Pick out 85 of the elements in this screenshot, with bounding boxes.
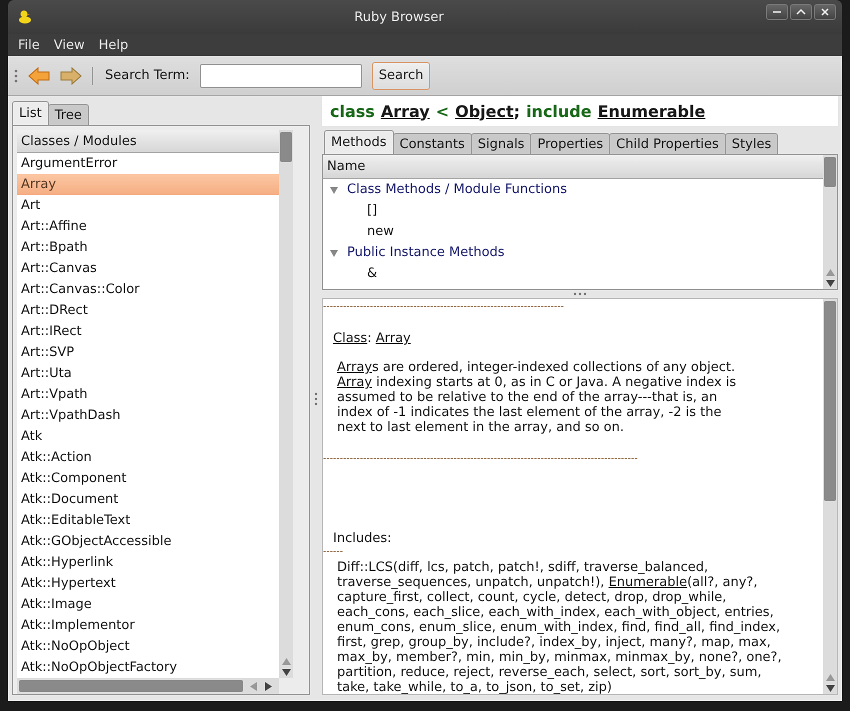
column-header[interactable]: Classes / Modules [17, 130, 279, 153]
link[interactable]: Array [337, 375, 372, 390]
scrollbar-thumb[interactable] [280, 132, 292, 162]
column-header[interactable]: Name [323, 155, 823, 179]
class-heading: class Array < Object; include Enumerable [322, 96, 838, 126]
tab[interactable]: Styles [724, 133, 778, 154]
tab[interactable]: Child Properties [609, 133, 726, 154]
collapse-triangle-icon[interactable] [329, 184, 339, 194]
class-list-item[interactable]: Array [17, 174, 279, 195]
separator-dashes: ---------------------------------------------------------------------------------------------- [323, 453, 639, 465]
class-list-item[interactable]: Art::Affine [17, 216, 279, 237]
class-list-item[interactable]: Atk::NoOpObjectFactory [17, 657, 279, 678]
class-list-item[interactable]: ArgumentError [17, 153, 279, 174]
scrollbar[interactable] [279, 130, 293, 678]
separator-dashes: ------ [323, 546, 344, 558]
link[interactable]: Enumerable [608, 575, 688, 590]
class-list-item[interactable]: Art::Uta [17, 363, 279, 384]
class-list-item[interactable]: Art::Vpath [17, 384, 279, 405]
method-name[interactable]: & [367, 266, 378, 281]
separator-dashes: ------------------------------------------------------------------------ [323, 301, 566, 313]
link[interactable]: Class [333, 331, 368, 346]
search-field[interactable] [200, 64, 362, 88]
class-list-item[interactable]: Atk::Action [17, 447, 279, 468]
grip-icon [14, 68, 18, 84]
class-list-item[interactable]: Art::IRect [17, 321, 279, 342]
duck-icon [18, 10, 32, 24]
method-group[interactable]: Public Instance Methods [347, 245, 505, 260]
horizontal-scrollbar[interactable] [17, 678, 279, 694]
class-list-item[interactable]: Art::Bpath [17, 237, 279, 258]
menu-item[interactable]: Help [98, 38, 128, 52]
method-group[interactable]: Class Methods / Module Functions [347, 182, 567, 197]
scrollbar-thumb[interactable] [824, 301, 836, 501]
maximize-button[interactable] [790, 4, 812, 20]
scroll-down-arrow-icon[interactable] [826, 684, 834, 693]
close-icon [819, 6, 831, 18]
window-title: Ruby Browser [353, 10, 445, 24]
forward-arrow-icon[interactable] [60, 66, 82, 84]
method-name[interactable]: new [367, 224, 394, 239]
class-list-item[interactable]: Art [17, 195, 279, 216]
class-list-item[interactable]: Atk::EditableText [17, 510, 279, 531]
tab[interactable]: Methods [324, 130, 394, 154]
splitter-handle-icon[interactable] [573, 292, 587, 296]
search-label: Search Term: [105, 68, 190, 83]
collapse-triangle-icon[interactable] [329, 248, 339, 258]
class-list-item[interactable]: Atk::Component [17, 468, 279, 489]
class-list-item[interactable]: Art::Canvas [17, 258, 279, 279]
scroll-right-arrow-icon[interactable] [264, 682, 273, 690]
class-list-item[interactable]: Atk::Hypertext [17, 573, 279, 594]
class-list-item[interactable]: Atk::Document [17, 489, 279, 510]
scrollbar[interactable] [823, 155, 837, 289]
scroll-down-arrow-icon[interactable] [826, 279, 834, 288]
class-list-item[interactable]: Art::DRect [17, 300, 279, 321]
method-name[interactable]: [] [367, 203, 378, 218]
class-list-item[interactable]: Atk::Image [17, 594, 279, 615]
minimize-button[interactable] [766, 4, 788, 20]
tab[interactable]: List [12, 101, 49, 125]
scroll-left-arrow-icon[interactable] [249, 682, 258, 690]
tab[interactable]: Constants [392, 133, 472, 154]
class-list-item[interactable]: Art::VpathDash [17, 405, 279, 426]
class-list-item[interactable]: Atk::Implementor [17, 615, 279, 636]
class-list-item[interactable]: Atk [17, 426, 279, 447]
link[interactable]: Array [376, 331, 411, 346]
scrollbar[interactable] [823, 299, 837, 694]
scrollbar-thumb[interactable] [19, 680, 243, 692]
includes-label: Includes: [332, 531, 392, 546]
includes-list: Diff::LCS(diff, lcs, patch, patch!, sdiff, traverse_balanced, traverse_sequences, unpatch, unpatch!), Enumerable(all?, any?, capture_first, collect, count, cycle, detect, drop, drop_while, each_cons, each_slice, each_with_index, each_with_object, entries, enum_cons, enum_slice, enum_with_index, find, find_all, find_index, first, grep, group_by, include?, index_by, inject, many?, map, max, max_by, member?, min, min_by, minmax, minmax_by, none?, one?, partition, reduce, reject, reverse_each, select, sort, sort_by, sum, take, take_while, to_a, to_json, to_set, zip) [323, 560, 793, 694]
tab[interactable]: Properties [530, 133, 610, 154]
class-list-item[interactable]: Atk::NoOpObject [17, 636, 279, 657]
class-line: Class: Array [332, 331, 412, 346]
link[interactable]: Array [337, 360, 372, 375]
back-arrow-icon[interactable] [28, 66, 50, 84]
class-list-item[interactable]: Art::Canvas::Color [17, 279, 279, 300]
scrollbar-thumb[interactable] [824, 157, 836, 187]
class-list-item[interactable]: Atk::Hyperlink [17, 552, 279, 573]
tab[interactable]: Signals [470, 133, 532, 154]
splitter-handle-icon[interactable] [314, 392, 318, 406]
menu-item[interactable]: File [18, 38, 40, 52]
scroll-down-arrow-icon[interactable] [282, 668, 290, 677]
class-description: Arrays are ordered, integer-indexed collections of any object. Array indexing starts at 0, as in C or Java. A negative index is assumed to be relative to the end of the array---that is, an index of -1 indicates the last element of the array, -2 is the next to last element in the array, and so on. [336, 360, 738, 435]
class-list-item[interactable]: Atk::GObjectAccessible [17, 531, 279, 552]
class-list-item[interactable]: Art::SVP [17, 342, 279, 363]
close-button[interactable] [814, 4, 836, 20]
search-button[interactable]: Search [372, 62, 430, 90]
menu-item[interactable]: View [54, 38, 85, 52]
tab[interactable]: Tree [48, 104, 89, 125]
